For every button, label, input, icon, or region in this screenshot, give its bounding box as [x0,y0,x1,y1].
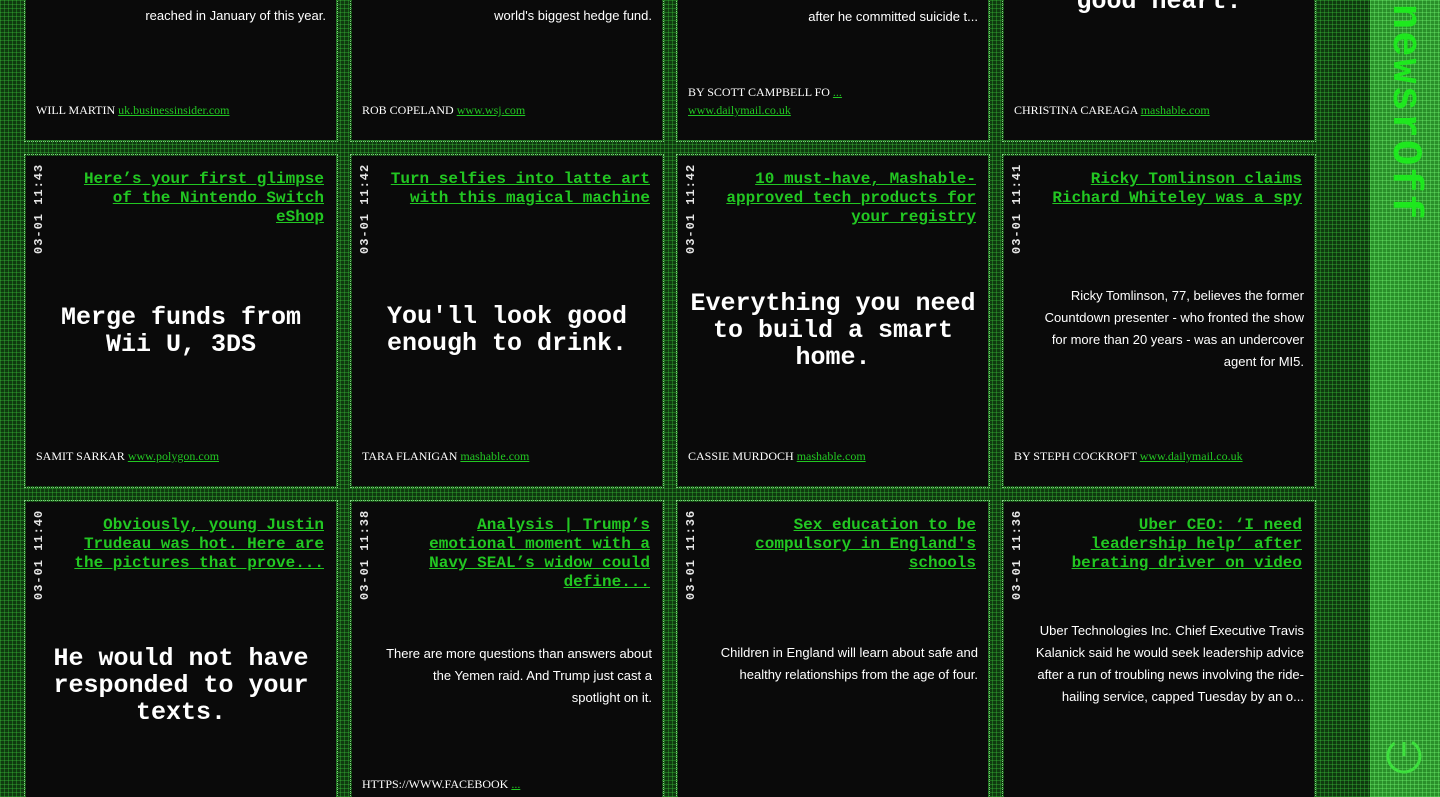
card-title-link[interactable]: Uber CEO: ‘I need leadership help’ after… [1040,516,1302,573]
card-description: Uber Technologies Inc. Chief Executive T… [1035,623,1304,704]
card-byline: ROB COPELAND www.wsj.com [362,103,525,118]
card-source-link[interactable]: mashable.com [460,449,529,463]
card-author-more-link[interactable]: ... [833,85,842,99]
card-author: ROB COPELAND [362,103,454,117]
card-headline-quote: good heart. [1076,0,1242,16]
card-author: CASSIE MURDOCH [688,449,794,463]
card-timestamp: 03-01 11:41 [1010,164,1024,255]
card-source: www.dailymail.co.uk [688,103,791,118]
card-author: HTTPS://WWW.FACEBOOK [362,777,509,791]
card-timestamp: 03-01 11:42 [358,164,372,255]
card-timestamp: 03-01 11:43 [32,164,46,255]
news-card: 03-01 11:42 10 must-have, Mashable-appro… [676,154,990,488]
card-title-link[interactable]: 10 must-have, Mashable-approved tech pro… [714,170,976,227]
card-title-link[interactable]: Ricky Tomlinson claims Richard Whiteley … [1040,170,1302,208]
news-card: good heart. CHRISTINA CAREAGA mashable.c… [1002,0,1316,142]
card-title-link[interactable]: Obviously, young Justin Trudeau was hot.… [62,516,324,573]
card-byline: SAMIT SARKAR www.polygon.com [36,449,219,464]
card-source-link[interactable]: www.wsj.com [457,103,526,117]
card-headline-quote: You'll look good enough to drink. [386,302,628,358]
card-byline: TARA FLANIGAN mashable.com [362,449,529,464]
card-timestamp: 03-01 11:40 [32,510,46,601]
card-description: after he committed suicide t... [808,9,978,24]
card-author: BY SCOTT CAMPBELL FO [688,85,830,99]
news-card: after he committed suicide t... BY SCOTT… [676,0,990,142]
card-author: BY STEPH COCKROFT [1014,449,1137,463]
news-card: reached in January of this year. WILL MA… [24,0,338,142]
card-author: WILL MARTIN [36,103,116,117]
card-author-more-link[interactable]: ... [511,777,520,791]
card-byline: BY STEPH COCKROFT www.dailymail.co.uk [1014,449,1243,464]
card-source-link[interactable]: uk.businessinsider.com [118,103,229,117]
news-card: 03-01 11:38 Analysis | Trump’s emotional… [350,500,664,797]
card-timestamp: 03-01 11:38 [358,510,372,601]
card-description: Ricky Tomlinson, 77, believes the former… [1044,288,1304,369]
card-headline-quote: Merge funds from Wii U, 3DS [60,303,302,359]
news-grid: reached in January of this year. WILL MA… [0,0,1368,797]
card-title-link[interactable]: Sex education to be compulsory in Englan… [714,516,976,573]
news-card: 03-01 11:40 Obviously, young Justin Trud… [24,500,338,797]
power-icon[interactable] [1382,734,1426,778]
card-description: Children in England will learn about saf… [720,645,978,682]
news-card: 03-01 11:36 Sex education to be compulso… [676,500,990,797]
news-card: 03-01 11:43 Here’s your first glimpse of… [24,154,338,488]
card-byline: BY SCOTT CAMPBELL FO ... [688,85,842,100]
card-byline: HTTPS://WWW.FACEBOOK ... [362,777,520,792]
card-author: SAMIT SARKAR [36,449,125,463]
news-card: 03-01 11:36 Uber CEO: ‘I need leadership… [1002,500,1316,797]
sidebar: newsrOff [1370,0,1440,797]
card-author: TARA FLANIGAN [362,449,458,463]
card-description: reached in January of this year. [145,8,326,23]
card-source-link[interactable]: www.dailymail.co.uk [688,103,791,117]
card-source-link[interactable]: www.polygon.com [128,449,219,463]
card-byline: CHRISTINA CAREAGA mashable.com [1014,103,1210,118]
card-source-link[interactable]: www.dailymail.co.uk [1140,449,1243,463]
card-headline-quote: He would not have responded to your text… [53,644,309,727]
news-card: world's biggest hedge fund. ROB COPELAND… [350,0,664,142]
card-source-link[interactable]: mashable.com [797,449,866,463]
card-author: CHRISTINA CAREAGA [1014,103,1138,117]
news-card: 03-01 11:41 Ricky Tomlinson claims Richa… [1002,154,1316,488]
card-timestamp: 03-01 11:42 [684,164,698,255]
card-source-link[interactable]: mashable.com [1141,103,1210,117]
card-description: world's biggest hedge fund. [494,8,652,23]
card-title-link[interactable]: Turn selfies into latte art with this ma… [388,170,650,208]
card-title-link[interactable]: Analysis | Trump’s emotional moment with… [388,516,650,592]
card-headline-quote: Everything you need to build a smart hom… [690,289,976,372]
news-card: 03-01 11:42 Turn selfies into latte art … [350,154,664,488]
card-byline: CASSIE MURDOCH mashable.com [688,449,866,464]
card-description: There are more questions than answers ab… [386,646,652,705]
brand-logo: newsrOff [1381,4,1429,222]
card-title-link[interactable]: Here’s your first glimpse of the Nintend… [62,170,324,227]
card-timestamp: 03-01 11:36 [684,510,698,601]
card-byline: WILL MARTIN uk.businessinsider.com [36,103,229,118]
card-timestamp: 03-01 11:36 [1010,510,1024,601]
